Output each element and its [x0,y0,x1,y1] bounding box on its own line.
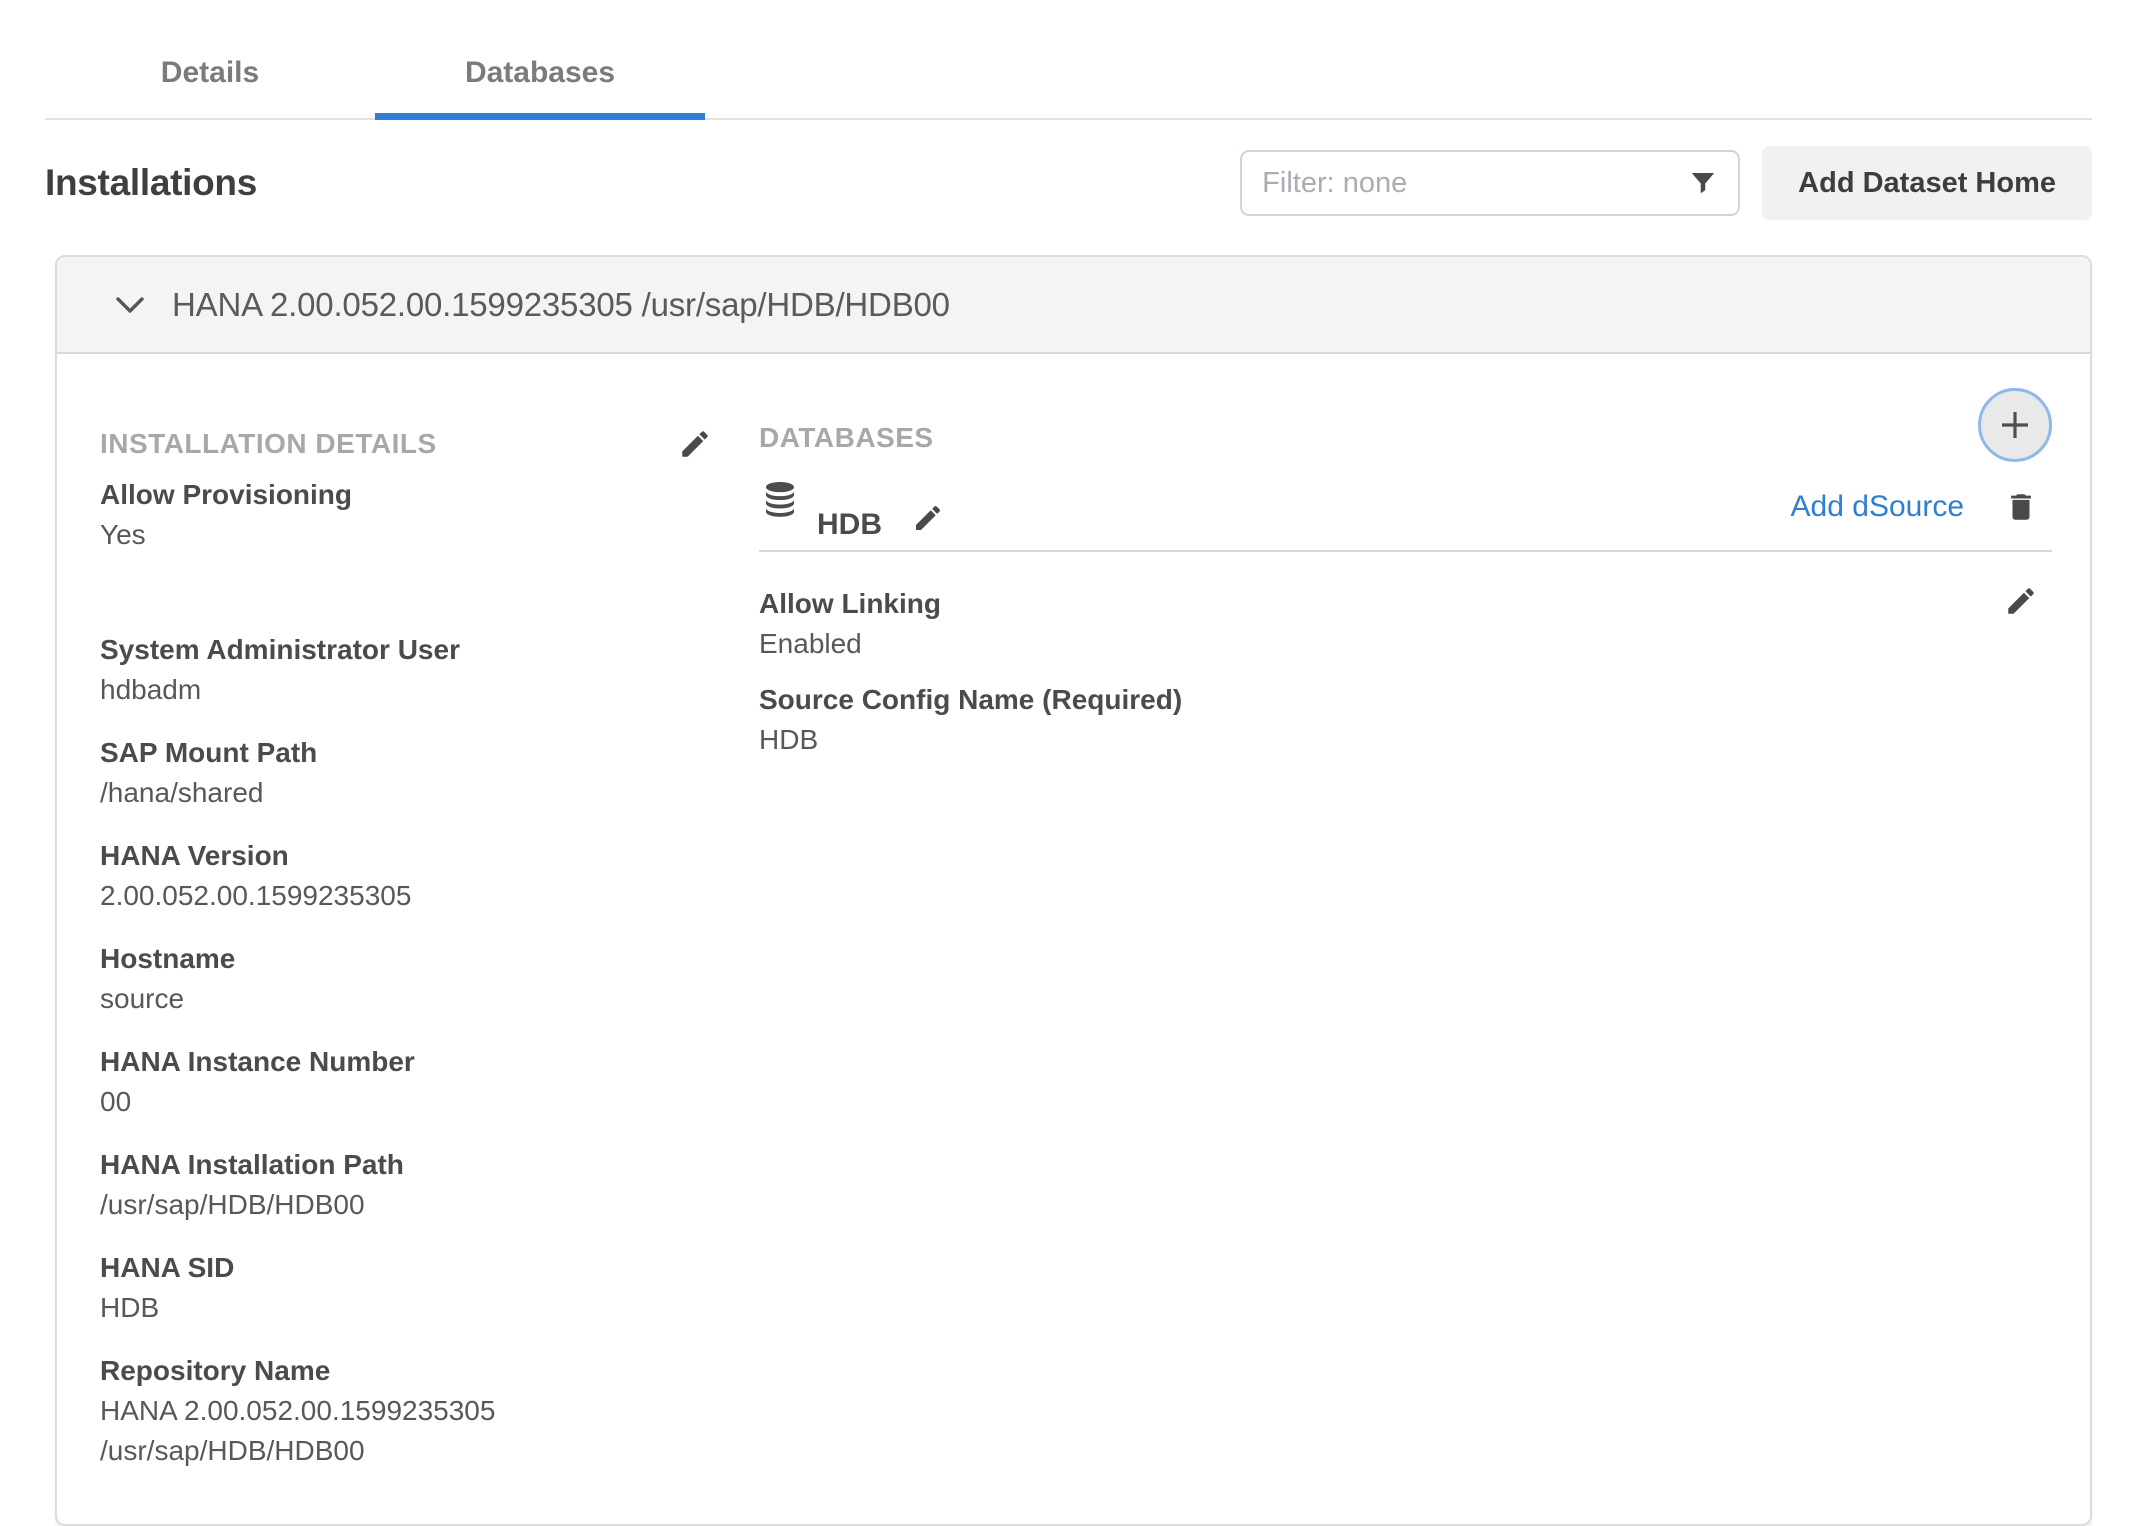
field-value: source [100,979,712,1019]
database-actions: Add dSource [1791,488,2052,526]
pencil-icon [912,502,944,534]
installations-toolbar: Installations Add Dataset Home [45,146,2092,220]
field-source-config-name: Source Config Name (Required) HDB [759,680,1182,760]
field-value: /hana/shared [100,773,712,813]
field-value: Yes [100,515,712,555]
installation-panel-header[interactable]: HANA 2.00.052.00.1599235305 /usr/sap/HDB… [57,257,2090,354]
field-label: Hostname [100,939,712,979]
edit-installation-details-button[interactable] [678,427,712,461]
database-name: HDB [817,508,882,542]
installation-details-title: INSTALLATION DETAILS [100,428,437,460]
field-hana-instance-number: HANA Instance Number 00 [100,1042,712,1122]
field-value: hdbadm [100,670,712,710]
page-title: Installations [45,162,257,204]
field-label: System Administrator User [100,630,712,670]
plus-icon [1997,407,2033,443]
databases-title: DATABASES [759,422,934,454]
field-label: SAP Mount Path [100,733,712,773]
field-label: HANA SID [100,1248,712,1288]
pencil-icon [678,427,712,461]
chevron-down-icon[interactable] [114,295,146,315]
tab-details[interactable]: Details [45,38,375,118]
installation-details-column: INSTALLATION DETAILS Allow Provisioning … [100,422,712,1494]
add-dataset-home-button[interactable]: Add Dataset Home [1762,146,2092,220]
field-label: HANA Instance Number [100,1042,712,1082]
installation-title: HANA 2.00.052.00.1599235305 /usr/sap/HDB… [172,286,950,324]
installation-panel-body: INSTALLATION DETAILS Allow Provisioning … [57,354,2090,1524]
field-value: HDB [759,720,1182,760]
field-value: /usr/sap/HDB/HDB00 [100,1185,712,1225]
add-database-button[interactable] [1978,388,2052,462]
field-hana-version: HANA Version 2.00.052.00.1599235305 [100,836,712,916]
tab-bar: Details Databases [45,38,2092,120]
filter-input[interactable] [1262,167,1688,200]
trash-icon [2004,488,2038,526]
field-label: Allow Provisioning [100,475,712,515]
add-dsource-link[interactable]: Add dSource [1791,490,1964,524]
edit-database-button[interactable] [912,502,944,534]
database-details: Allow Linking Enabled Source Config Name… [759,584,2052,760]
databases-header: DATABASES [759,422,2052,466]
field-label: HANA Version [100,836,712,876]
field-value: Enabled [759,624,1182,664]
field-sap-mount-path: SAP Mount Path /hana/shared [100,733,712,813]
field-allow-linking: Allow Linking Enabled [759,584,1182,664]
databases-column: DATABASES HDB [759,422,2052,1494]
field-allow-provisioning: Allow Provisioning Yes [100,475,712,555]
installation-details-header: INSTALLATION DETAILS [100,422,712,466]
installation-panel: HANA 2.00.052.00.1599235305 /usr/sap/HDB… [55,255,2092,1526]
database-detail-fields: Allow Linking Enabled Source Config Name… [759,584,1182,760]
database-identity: HDB [759,480,944,542]
field-hana-installation-path: HANA Installation Path /usr/sap/HDB/HDB0… [100,1145,712,1225]
field-label: Source Config Name (Required) [759,680,1182,720]
tab-databases[interactable]: Databases [375,38,705,118]
field-value: 00 [100,1082,712,1122]
database-row-hdb: HDB Add dSource [759,480,2052,542]
field-label: HANA Installation Path [100,1145,712,1185]
field-value: 2.00.052.00.1599235305 [100,876,712,916]
field-value: HDB [100,1288,712,1328]
delete-database-button[interactable] [2004,488,2038,526]
database-icon [759,480,801,526]
field-label: Repository Name [100,1351,712,1391]
edit-database-details-button[interactable] [2004,584,2038,618]
filter-funnel-icon[interactable] [1688,168,1718,198]
field-value: HANA 2.00.052.00.1599235305 /usr/sap/HDB… [100,1391,712,1471]
field-system-administrator-user: System Administrator User hdbadm [100,630,712,710]
filter-box[interactable] [1240,150,1740,216]
field-hana-sid: HANA SID HDB [100,1248,712,1328]
databases-divider [759,550,2052,552]
field-hostname: Hostname source [100,939,712,1019]
field-repository-name: Repository Name HANA 2.00.052.00.1599235… [100,1351,712,1471]
pencil-icon [2004,584,2038,618]
field-label: Allow Linking [759,584,1182,624]
